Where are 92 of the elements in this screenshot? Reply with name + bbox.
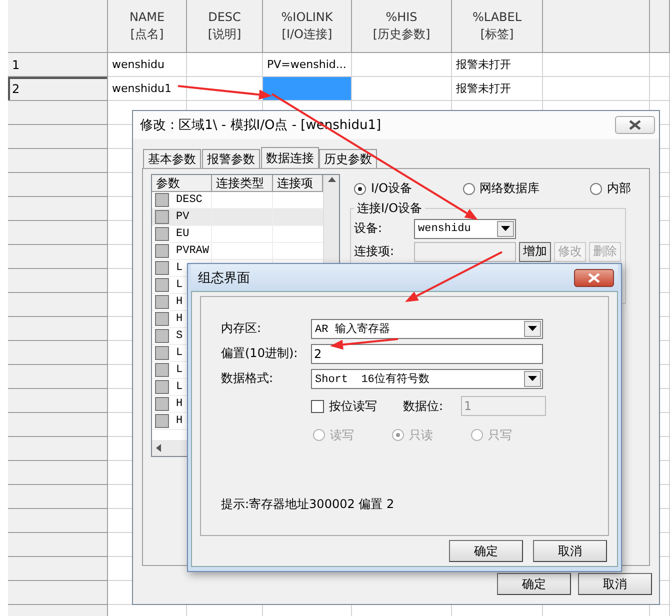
table-cell [650,53,670,77]
parameter-name: L [176,279,183,291]
hint-text: 提示:寄存器地址300002 偏置 2 [221,496,396,513]
row-header[interactable]: 1 [8,53,108,77]
table-cell[interactable]: PV=wenshid... [263,53,352,77]
row-marker [155,193,169,207]
row-marker [155,295,169,309]
column-header: DESC [208,9,241,26]
dialog-button[interactable]: 确定 [449,540,523,562]
table-cell[interactable] [187,77,263,101]
list-row[interactable]: PVRAW [152,243,323,260]
close-button[interactable] [574,268,614,286]
tab[interactable]: 数据连接 [261,147,319,168]
row-marker [155,414,169,428]
parameter-name: S [176,330,183,342]
device-dropdown[interactable]: wenshidu [414,218,516,238]
memory-dropdown[interactable]: AR 输入寄存器 [311,318,543,338]
row-marker [155,380,169,394]
bit-rw-checkbox[interactable]: 按位读写 [311,398,403,414]
column-subheader: [I/O连接] [282,26,332,43]
table-cell[interactable] [187,53,263,77]
column-header: %HIS [386,9,418,26]
row-marker [155,363,169,377]
table-cell [650,77,670,101]
parameter-name: PVRAW [176,245,210,257]
row-marker [155,329,169,343]
table-cell[interactable]: wenshidu1 [108,77,187,101]
parameter-name: DESC [176,194,202,206]
close-button[interactable] [615,116,655,134]
format-dropdown[interactable]: Short 16位有符号数 [311,368,543,388]
group-title: 连接I/O设备 [356,200,424,217]
scroll-up-icon[interactable] [328,177,336,182]
close-icon [588,272,600,282]
dialog-button[interactable]: 取消 [578,573,652,595]
table-cell[interactable]: 报警未打开 [452,53,543,77]
arrow [330,338,398,350]
tab[interactable]: 基本参数 [143,149,201,168]
dialog-button[interactable]: 取消 [533,540,607,562]
radio-option[interactable]: 内部 [590,180,631,197]
parameter-name: H [176,313,183,325]
table-cell[interactable] [263,77,352,101]
tab[interactable]: 历史参数 [319,149,377,168]
row-header[interactable]: 2 [8,77,108,101]
table-cell[interactable]: wenshidu [108,53,187,77]
row-marker [155,346,169,360]
offset-field[interactable]: 2 [311,344,543,364]
row-marker [155,312,169,326]
table-cell[interactable] [352,77,452,101]
table-cell[interactable]: 报警未打开 [452,77,543,101]
parameter-name: EU [176,228,190,240]
row-marker [155,244,169,258]
column-header: NAME [129,9,165,26]
offset-label: 偏置(10进制): [221,345,299,362]
radio-option[interactable]: I/O设备 [354,180,412,197]
row-marker [155,397,169,411]
bit-label: 数据位: [403,398,444,414]
row-marker [155,227,169,241]
column-subheader: [说明] [208,26,242,43]
parameter-name: L [176,381,183,393]
parameter-name: L [176,262,183,274]
table-cell[interactable] [352,53,452,77]
link-field[interactable] [414,242,516,262]
column-subheader: [点名] [130,26,164,43]
parameter-name: H [176,398,183,410]
close-icon [629,120,641,130]
column-subheader: [标签] [480,26,514,43]
list-header[interactable]: 参数 [152,175,212,191]
parameter-name: L [176,347,183,359]
parameter-name: H [176,296,183,308]
list-header[interactable]: 连接类型 [212,175,273,191]
link-label: 连接项: [354,243,396,260]
dialog-button[interactable]: 确定 [497,573,571,595]
radio-option[interactable]: 网络数据库 [462,180,540,197]
window-title: 组态界面 [198,270,250,286]
device-label: 设备: [354,220,384,237]
list-row[interactable]: DESC [152,192,323,209]
memory-label: 内存区: [221,320,262,337]
scroll-left-icon[interactable] [156,444,161,452]
column-header: %IOLINK [281,9,333,26]
row-marker [155,261,169,275]
row-marker [155,210,169,224]
parameter-name: PV [176,211,190,223]
tab[interactable]: 报警参数 [202,149,260,168]
row-marker [155,278,169,292]
parameter-name: L [176,364,183,376]
column-subheader: [历史参数] [372,26,430,43]
format-label: 数据格式: [221,370,274,387]
column-header: %LABEL [472,9,522,26]
list-row[interactable]: EU [152,226,323,243]
list-row[interactable]: PV [152,209,323,226]
parameter-name: H [176,415,183,427]
action-button[interactable]: 增加 [519,242,551,262]
